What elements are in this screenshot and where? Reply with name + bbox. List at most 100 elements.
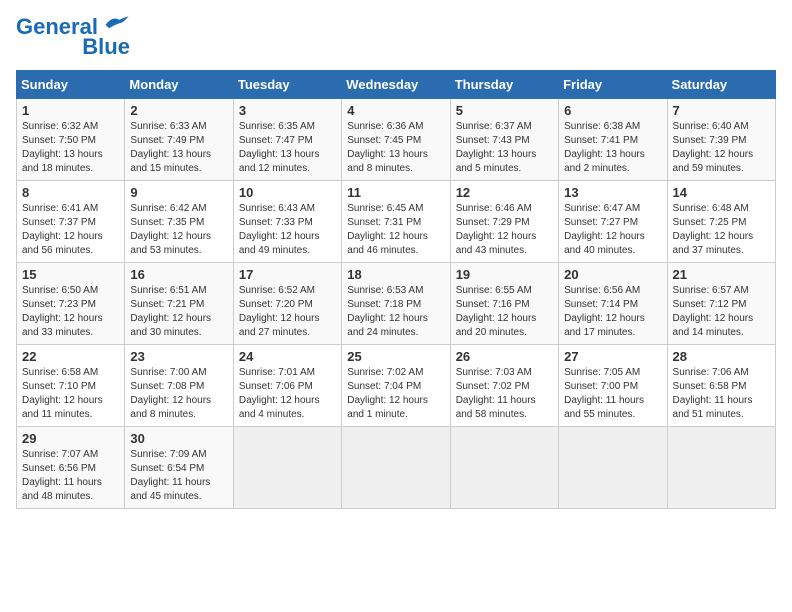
calendar-day-23: 23 Sunrise: 7:00 AM Sunset: 7:08 PM Dayli… <box>125 345 233 427</box>
day-info: Sunrise: 6:38 AM Sunset: 7:41 PM Dayligh… <box>564 120 661 176</box>
day-number: 19 <box>456 267 553 282</box>
page-header: General Blue <box>16 16 776 60</box>
day-info: Sunrise: 6:36 AM Sunset: 7:45 PM Dayligh… <box>347 120 444 176</box>
calendar-day-17: 17Sunrise: 6:52 AM Sunset: 7:20 PM Dayli… <box>233 263 341 345</box>
calendar-week-row: 29 Sunrise: 7:07 AM Sunset: 6:56 PM Dayli… <box>17 427 776 509</box>
day-info: Sunrise: 7:03 AM Sunset: 7:02 PM Dayligh… <box>456 366 553 422</box>
day-number: 16 <box>130 267 227 282</box>
calendar-day-29: 29 Sunrise: 7:07 AM Sunset: 6:56 PM Dayli… <box>17 427 125 509</box>
calendar-day-22: 22 Sunrise: 6:58 AM Sunset: 7:10 PM Dayli… <box>17 345 125 427</box>
weekday-header-wednesday: Wednesday <box>342 71 450 99</box>
day-number: 29 <box>22 431 119 446</box>
day-number: 3 <box>239 103 336 118</box>
calendar-empty <box>450 427 558 509</box>
day-info: Sunrise: 7:06 AM Sunset: 6:58 PM Dayligh… <box>673 366 770 422</box>
day-number: 10 <box>239 185 336 200</box>
day-info: Sunrise: 6:43 AM Sunset: 7:33 PM Dayligh… <box>239 202 336 258</box>
calendar-day-6: 6 Sunrise: 6:38 AM Sunset: 7:41 PM Daylig… <box>559 99 667 181</box>
calendar-empty <box>342 427 450 509</box>
calendar-day-12: 12 Sunrise: 6:46 AM Sunset: 7:29 PM Dayli… <box>450 181 558 263</box>
day-number: 25 <box>347 349 444 364</box>
day-number: 23 <box>130 349 227 364</box>
day-number: 28 <box>673 349 770 364</box>
calendar-day-9: 9 Sunrise: 6:42 AM Sunset: 7:35 PM Daylig… <box>125 181 233 263</box>
day-number: 24 <box>239 349 336 364</box>
day-number: 4 <box>347 103 444 118</box>
calendar-day-13: 13 Sunrise: 6:47 AM Sunset: 7:27 PM Dayli… <box>559 181 667 263</box>
day-info: Sunrise: 6:53 AM Sunset: 7:18 PM Dayligh… <box>347 284 444 340</box>
calendar-day-15: 15Sunrise: 6:50 AM Sunset: 7:23 PM Dayli… <box>17 263 125 345</box>
day-number: 13 <box>564 185 661 200</box>
calendar-empty <box>233 427 341 509</box>
calendar-day-14: 14Sunrise: 6:48 AM Sunset: 7:25 PM Dayli… <box>667 181 775 263</box>
calendar-day-2: 2Sunrise: 6:33 AM Sunset: 7:49 PM Daylig… <box>125 99 233 181</box>
day-info: Sunrise: 6:35 AM Sunset: 7:47 PM Dayligh… <box>239 120 336 176</box>
day-number: 9 <box>130 185 227 200</box>
logo-bird-icon <box>102 14 130 32</box>
day-info: Sunrise: 6:42 AM Sunset: 7:35 PM Dayligh… <box>130 202 227 258</box>
day-number: 27 <box>564 349 661 364</box>
day-info: Sunrise: 7:01 AM Sunset: 7:06 PM Dayligh… <box>239 366 336 422</box>
day-info: Sunrise: 6:55 AM Sunset: 7:16 PM Dayligh… <box>456 284 553 340</box>
calendar-day-25: 25 Sunrise: 7:02 AM Sunset: 7:04 PM Dayli… <box>342 345 450 427</box>
weekday-header-sunday: Sunday <box>17 71 125 99</box>
day-number: 26 <box>456 349 553 364</box>
logo-blue-text: Blue <box>82 34 130 60</box>
day-info: Sunrise: 7:02 AM Sunset: 7:04 PM Dayligh… <box>347 366 444 422</box>
calendar-day-27: 27 Sunrise: 7:05 AM Sunset: 7:00 PM Dayli… <box>559 345 667 427</box>
calendar-day-8: 8 Sunrise: 6:41 AM Sunset: 7:37 PM Daylig… <box>17 181 125 263</box>
calendar-day-4: 4 Sunrise: 6:36 AM Sunset: 7:45 PM Daylig… <box>342 99 450 181</box>
calendar-empty <box>667 427 775 509</box>
day-info: Sunrise: 6:40 AM Sunset: 7:39 PM Dayligh… <box>673 120 770 176</box>
day-info: Sunrise: 7:07 AM Sunset: 6:56 PM Dayligh… <box>22 448 119 504</box>
day-info: Sunrise: 6:50 AM Sunset: 7:23 PM Dayligh… <box>22 284 119 340</box>
day-info: Sunrise: 7:00 AM Sunset: 7:08 PM Dayligh… <box>130 366 227 422</box>
calendar-day-10: 10 Sunrise: 6:43 AM Sunset: 7:33 PM Dayli… <box>233 181 341 263</box>
day-info: Sunrise: 6:48 AM Sunset: 7:25 PM Dayligh… <box>673 202 770 258</box>
calendar-week-row: 8 Sunrise: 6:41 AM Sunset: 7:37 PM Daylig… <box>17 181 776 263</box>
day-info: Sunrise: 6:51 AM Sunset: 7:21 PM Dayligh… <box>130 284 227 340</box>
day-number: 30 <box>130 431 227 446</box>
day-info: Sunrise: 6:56 AM Sunset: 7:14 PM Dayligh… <box>564 284 661 340</box>
calendar-day-20: 20 Sunrise: 6:56 AM Sunset: 7:14 PM Dayli… <box>559 263 667 345</box>
day-info: Sunrise: 7:05 AM Sunset: 7:00 PM Dayligh… <box>564 366 661 422</box>
calendar-day-11: 11Sunrise: 6:45 AM Sunset: 7:31 PM Dayli… <box>342 181 450 263</box>
calendar-week-row: 15Sunrise: 6:50 AM Sunset: 7:23 PM Dayli… <box>17 263 776 345</box>
calendar-day-18: 18 Sunrise: 6:53 AM Sunset: 7:18 PM Dayli… <box>342 263 450 345</box>
day-info: Sunrise: 6:52 AM Sunset: 7:20 PM Dayligh… <box>239 284 336 340</box>
day-number: 20 <box>564 267 661 282</box>
calendar-day-3: 3 Sunrise: 6:35 AM Sunset: 7:47 PM Daylig… <box>233 99 341 181</box>
calendar-day-26: 26 Sunrise: 7:03 AM Sunset: 7:02 PM Dayli… <box>450 345 558 427</box>
day-number: 2 <box>130 103 227 118</box>
weekday-header-friday: Friday <box>559 71 667 99</box>
day-number: 6 <box>564 103 661 118</box>
calendar-empty <box>559 427 667 509</box>
day-info: Sunrise: 6:37 AM Sunset: 7:43 PM Dayligh… <box>456 120 553 176</box>
weekday-header-row: SundayMondayTuesdayWednesdayThursdayFrid… <box>17 71 776 99</box>
calendar-day-7: 7Sunrise: 6:40 AM Sunset: 7:39 PM Daylig… <box>667 99 775 181</box>
calendar-day-30: 30 Sunrise: 7:09 AM Sunset: 6:54 PM Dayli… <box>125 427 233 509</box>
day-number: 5 <box>456 103 553 118</box>
day-number: 21 <box>673 267 770 282</box>
day-info: Sunrise: 6:57 AM Sunset: 7:12 PM Dayligh… <box>673 284 770 340</box>
day-info: Sunrise: 6:47 AM Sunset: 7:27 PM Dayligh… <box>564 202 661 258</box>
weekday-header-monday: Monday <box>125 71 233 99</box>
day-number: 12 <box>456 185 553 200</box>
calendar-week-row: 22 Sunrise: 6:58 AM Sunset: 7:10 PM Dayli… <box>17 345 776 427</box>
day-number: 1 <box>22 103 119 118</box>
calendar-day-5: 5 Sunrise: 6:37 AM Sunset: 7:43 PM Daylig… <box>450 99 558 181</box>
day-info: Sunrise: 7:09 AM Sunset: 6:54 PM Dayligh… <box>130 448 227 504</box>
day-info: Sunrise: 6:58 AM Sunset: 7:10 PM Dayligh… <box>22 366 119 422</box>
day-number: 18 <box>347 267 444 282</box>
day-number: 11 <box>347 185 444 200</box>
day-number: 8 <box>22 185 119 200</box>
weekday-header-thursday: Thursday <box>450 71 558 99</box>
calendar-week-row: 1 Sunrise: 6:32 AM Sunset: 7:50 PM Daylig… <box>17 99 776 181</box>
day-info: Sunrise: 6:46 AM Sunset: 7:29 PM Dayligh… <box>456 202 553 258</box>
calendar-day-1: 1 Sunrise: 6:32 AM Sunset: 7:50 PM Daylig… <box>17 99 125 181</box>
calendar-day-19: 19 Sunrise: 6:55 AM Sunset: 7:16 PM Dayli… <box>450 263 558 345</box>
day-info: Sunrise: 6:32 AM Sunset: 7:50 PM Dayligh… <box>22 120 119 176</box>
day-info: Sunrise: 6:41 AM Sunset: 7:37 PM Dayligh… <box>22 202 119 258</box>
calendar-day-28: 28 Sunrise: 7:06 AM Sunset: 6:58 PM Dayli… <box>667 345 775 427</box>
day-number: 22 <box>22 349 119 364</box>
